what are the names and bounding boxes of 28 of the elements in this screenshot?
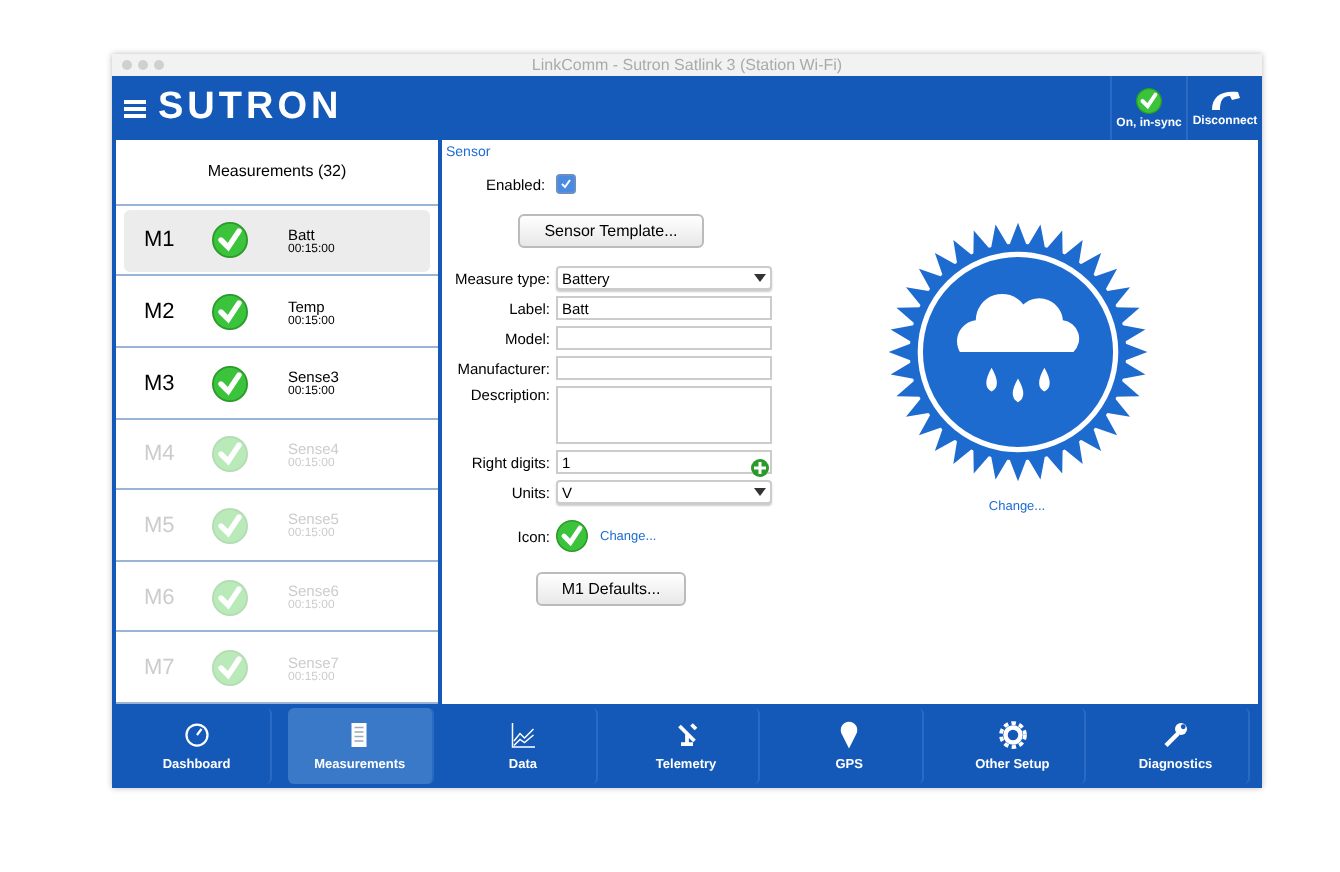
window-title: LinkComm - Sutron Satlink 3 (Station Wi-Fi): [531, 56, 843, 74]
input-field[interactable]: [556, 356, 772, 380]
wrench-icon: [1160, 720, 1191, 750]
caret-icon: [754, 488, 766, 496]
check-icon: [212, 294, 248, 331]
phone-handset-icon: [1209, 88, 1241, 112]
check-icon: [212, 436, 248, 473]
check-icon: [212, 579, 248, 616]
gauge-icon: [181, 720, 212, 750]
check-icon: [556, 520, 588, 552]
input-field[interactable]: [556, 326, 772, 350]
logo: SUTRON: [158, 86, 343, 130]
list-title: Measurements (32): [116, 140, 438, 206]
check-icon: [212, 222, 248, 259]
menu-icon[interactable]: [124, 99, 146, 117]
check-icon: [212, 365, 248, 402]
plus-icon: [750, 458, 770, 478]
checkbox[interactable]: [555, 174, 576, 194]
check-icon: [1136, 87, 1162, 113]
caret-icon: [754, 274, 766, 282]
check-icon: [212, 650, 248, 687]
check-icon: [212, 507, 248, 544]
gear-icon: [997, 720, 1028, 750]
text-area[interactable]: [556, 386, 772, 444]
defaults-button[interactable]: M1 Defaults...: [535, 572, 687, 606]
rain-cloud-icon: [885, 220, 1149, 484]
sensor-template-button[interactable]: Sensor Template...: [518, 214, 704, 248]
line-chart-icon: [507, 720, 538, 750]
